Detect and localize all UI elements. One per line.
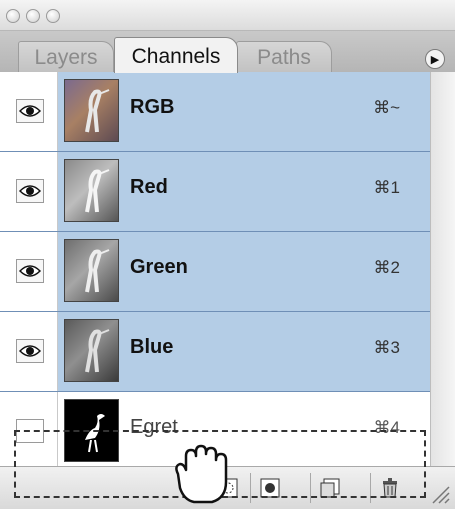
visibility-cell[interactable]	[0, 72, 58, 151]
channel-content[interactable]: Blue ⌘3	[58, 312, 430, 391]
visibility-toggle[interactable]	[16, 339, 44, 363]
visibility-toggle[interactable]	[16, 179, 44, 203]
title-bar[interactable]	[0, 0, 455, 31]
channel-name: RGB	[130, 96, 175, 118]
create-new-channel-button[interactable]	[310, 473, 348, 503]
save-selection-as-channel-button[interactable]	[250, 473, 288, 503]
channel-shortcut: ⌘1	[373, 178, 400, 197]
channel-thumbnail	[64, 159, 119, 222]
channel-thumbnail	[64, 239, 119, 302]
channel-thumbnail	[64, 399, 119, 462]
channels-panel: Layers Paths Channels ▶ RGB ⌘~ Red ⌘1 Gr…	[0, 0, 455, 509]
visibility-cell[interactable]	[0, 152, 58, 231]
channel-thumbnail	[64, 319, 119, 382]
channel-row-rgb[interactable]: RGB ⌘~	[0, 72, 430, 152]
grab-hand-cursor-icon	[175, 444, 228, 504]
save-selection-icon	[260, 478, 280, 498]
eye-icon	[19, 185, 41, 197]
egret-image	[85, 169, 110, 213]
triangle-right-icon: ▶	[430, 54, 440, 66]
tab-channels[interactable]: Channels	[114, 37, 238, 73]
delete-channel-button[interactable]	[370, 473, 408, 503]
channel-shortcut: ⌘4	[373, 418, 400, 437]
visibility-toggle[interactable]	[16, 99, 44, 123]
zoom-window-button[interactable]	[46, 9, 60, 23]
channel-content[interactable]: Green ⌘2	[58, 232, 430, 311]
egret-image	[85, 249, 110, 293]
vertical-scrollbar[interactable]	[430, 72, 455, 466]
egret-image	[85, 89, 110, 133]
channel-content[interactable]: Egret ⌘4	[58, 392, 430, 471]
panel-menu-button[interactable]: ▶	[425, 49, 445, 69]
close-window-button[interactable]	[6, 9, 20, 23]
visibility-cell[interactable]	[0, 232, 58, 311]
eye-icon	[19, 105, 41, 117]
visibility-toggle[interactable]	[16, 259, 44, 283]
channel-row-red[interactable]: Red ⌘1	[0, 152, 430, 232]
channel-shortcut: ⌘3	[373, 338, 400, 357]
channel-name: Red	[130, 176, 168, 198]
tab-bar: Layers Paths Channels ▶	[0, 31, 455, 73]
eye-icon	[19, 265, 41, 277]
channel-shortcut: ⌘2	[373, 258, 400, 277]
channel-name: Egret	[130, 416, 178, 438]
resize-grip-icon[interactable]	[429, 483, 451, 505]
visibility-toggle[interactable]	[16, 419, 44, 443]
trash-icon	[383, 478, 397, 498]
tab-layers[interactable]: Layers	[18, 41, 114, 72]
channel-name: Blue	[130, 336, 174, 358]
channel-content[interactable]: RGB ⌘~	[58, 72, 430, 151]
egret-mask-image	[85, 414, 105, 453]
channel-content[interactable]: Red ⌘1	[58, 152, 430, 231]
new-channel-icon	[320, 478, 340, 498]
channel-row-green[interactable]: Green ⌘2	[0, 232, 430, 312]
channel-thumbnail	[64, 79, 119, 142]
minimize-window-button[interactable]	[26, 9, 40, 23]
channel-name: Green	[130, 256, 188, 278]
channel-list: RGB ⌘~ Red ⌘1 Green ⌘2 Blue ⌘3 Egret ⌘4	[0, 72, 430, 471]
visibility-cell[interactable]	[0, 312, 58, 391]
egret-image	[85, 329, 110, 373]
channel-row-blue[interactable]: Blue ⌘3	[0, 312, 430, 392]
tab-paths[interactable]: Paths	[236, 41, 332, 72]
channel-shortcut: ⌘~	[373, 98, 400, 117]
visibility-cell[interactable]	[0, 392, 58, 471]
eye-icon	[19, 345, 41, 357]
